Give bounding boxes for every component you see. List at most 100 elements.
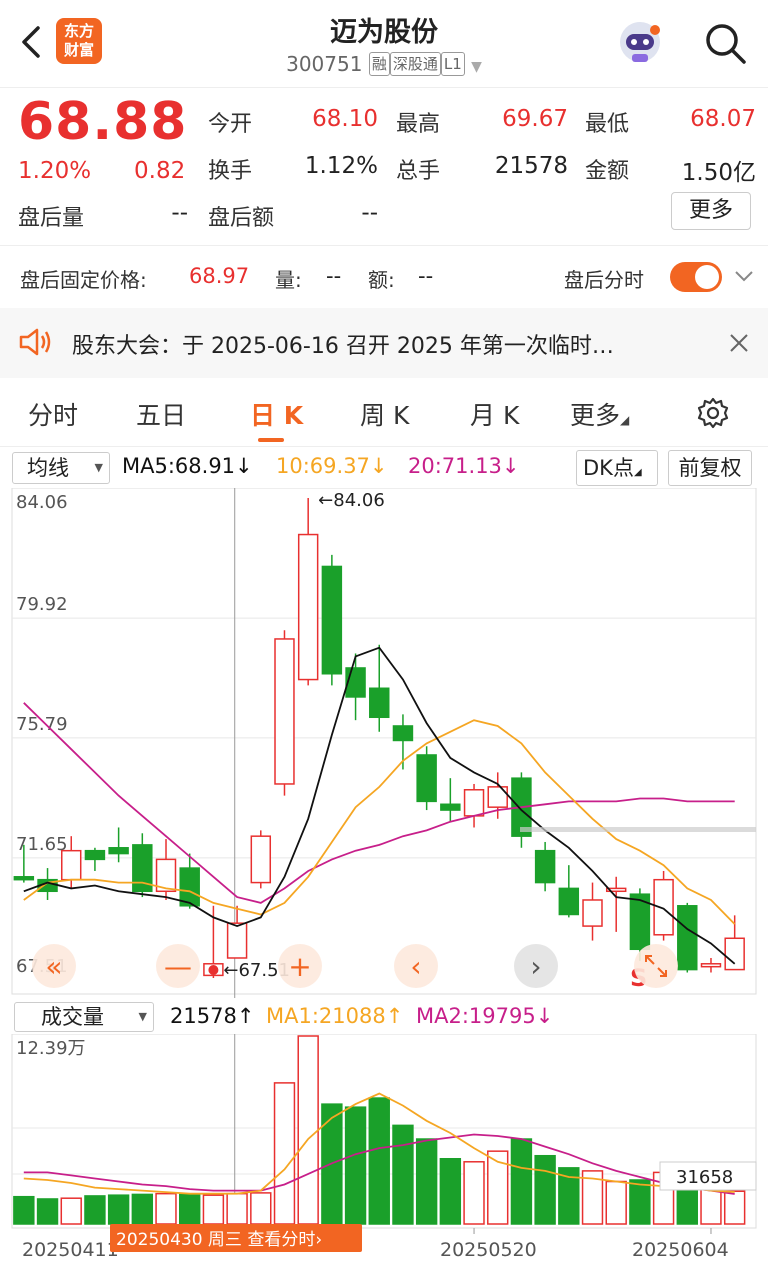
volume-label: 总手	[396, 159, 441, 184]
adjust-button[interactable]: 前复权	[668, 450, 752, 486]
candle-body	[179, 867, 200, 907]
amount-label: 金额	[585, 159, 630, 184]
volume-select-label: 成交量	[41, 1005, 104, 1029]
close-icon[interactable]	[728, 332, 750, 354]
robot-assistant-icon[interactable]	[614, 18, 666, 68]
top-bar: 东方 财富 迈为股份 300751 融深股通 L1 ▼	[0, 0, 768, 88]
volume-chart[interactable]: 12.39万 31658 20250411 20250520 20250604 20250…	[0, 1034, 768, 1266]
chevron-down-icon[interactable]: ▼	[471, 59, 482, 75]
after-qty-label: 量:	[275, 268, 302, 292]
active-tab-indicator	[258, 438, 284, 442]
after-amt-label: 额:	[368, 268, 395, 292]
volume-bar	[629, 1179, 651, 1225]
volume-bar	[439, 1158, 462, 1225]
tag-level: L1	[440, 52, 465, 76]
volume-ma1-text: MA1:21088	[266, 1004, 386, 1028]
candle-body	[369, 687, 390, 719]
candle-body	[416, 754, 437, 803]
search-icon[interactable]	[702, 20, 748, 66]
volume-bar	[226, 1192, 248, 1225]
candle-body	[558, 887, 580, 916]
volume-bar	[534, 1154, 556, 1225]
ma10-value: 10:69.37↓	[276, 454, 388, 478]
volume-tooltip-value: 31658	[676, 1167, 733, 1188]
volume-ma1: MA1:21088↑	[266, 1004, 404, 1028]
after-amt-value: --	[418, 264, 434, 288]
volume-value: 21578	[494, 153, 568, 179]
speaker-icon	[19, 328, 51, 356]
volume-bar	[84, 1195, 106, 1225]
ma10-text: 10:69.37	[276, 454, 370, 478]
after-qty-value: --	[326, 264, 342, 288]
dk-point-button[interactable]: DK点◢	[576, 450, 658, 486]
candle-body	[226, 922, 248, 959]
price-level-band	[520, 827, 756, 832]
volume-bar	[179, 1193, 201, 1225]
candle-body	[440, 803, 461, 811]
candle-body	[61, 849, 82, 881]
change-amount: 0.82	[134, 158, 186, 184]
y-tick-label: 84.06	[16, 492, 68, 513]
notice-banner[interactable]: 股东大会：于 2025-06-16 召开 2025 年第一次临时…	[0, 308, 768, 378]
turnover-label: 换手	[208, 159, 253, 184]
chevron-down-icon[interactable]	[734, 268, 754, 284]
tag-connect: 深股通	[389, 52, 441, 76]
volume-bar	[723, 1190, 746, 1225]
prev-icon-glyph: ‹	[410, 950, 421, 983]
ma-select[interactable]: 均线 ▼	[12, 452, 110, 484]
candle-body	[250, 835, 272, 884]
volume-select[interactable]: 成交量 ▼	[14, 1002, 154, 1032]
volume-ma2-text: MA2:19795	[416, 1004, 536, 1028]
volume-bar	[510, 1138, 533, 1225]
tab-week-k[interactable]: 周 K	[360, 396, 409, 432]
current-price: 68.88	[18, 92, 188, 152]
y-tick-label: 79.92	[16, 594, 68, 615]
more-quote-button[interactable]: 更多	[671, 192, 751, 230]
volume-bar	[297, 1035, 319, 1225]
volume-bar	[392, 1124, 414, 1225]
tab-five-day[interactable]: 五日	[136, 396, 186, 432]
chevron-down-icon: ▼	[94, 461, 103, 474]
volume-bar	[605, 1180, 627, 1225]
ma20-line	[23, 702, 735, 904]
after-volume-label: 盘后量	[18, 206, 85, 231]
x-tick-label: 20250604	[632, 1239, 729, 1261]
low-value: 68.07	[690, 106, 756, 132]
candle-body	[321, 565, 343, 675]
candle-body	[582, 899, 603, 927]
volume-bar	[131, 1193, 154, 1225]
ma-select-label: 均线	[27, 456, 69, 480]
volume-bar	[202, 1194, 225, 1225]
after-timeshare-toggle[interactable]	[670, 262, 722, 292]
candle-body	[677, 905, 698, 971]
change-percent: 1.20%	[18, 158, 92, 184]
volume-bar	[155, 1192, 177, 1225]
next-icon-glyph: ›	[530, 950, 541, 983]
open-label: 今开	[208, 112, 253, 137]
divider	[0, 245, 768, 246]
candle-body	[274, 638, 295, 785]
after-timeshare-label: 盘后分时	[564, 268, 644, 292]
kline-chart[interactable]: 84.0679.9275.7971.6567.51←84.06←67.51«—+…	[0, 488, 768, 998]
candle-body	[84, 849, 106, 861]
after-amount-label: 盘后额	[208, 206, 275, 231]
tab-month-k[interactable]: 月 K	[470, 396, 519, 432]
volume-bar	[368, 1097, 390, 1225]
tab-more-label: 更多	[570, 401, 621, 430]
rewind-icon-glyph: «	[45, 950, 62, 983]
ma20-text: 20:71.13	[408, 454, 502, 478]
tab-day-k[interactable]: 日 K	[250, 396, 303, 432]
volume-bar	[463, 1161, 485, 1225]
volume-bar	[107, 1194, 130, 1225]
tab-more[interactable]: 更多◢	[570, 396, 629, 432]
candle-body	[487, 786, 508, 808]
gear-icon[interactable]	[696, 396, 730, 430]
crosshair-dot	[208, 965, 219, 975]
candle-body	[534, 849, 556, 884]
volume-bar	[415, 1138, 438, 1225]
turnover-value: 1.12%	[304, 153, 378, 179]
volume-bar	[60, 1197, 82, 1225]
tab-timeshare[interactable]: 分时	[28, 396, 78, 432]
max-price-label: ←84.06	[318, 490, 385, 511]
divider	[0, 446, 768, 447]
